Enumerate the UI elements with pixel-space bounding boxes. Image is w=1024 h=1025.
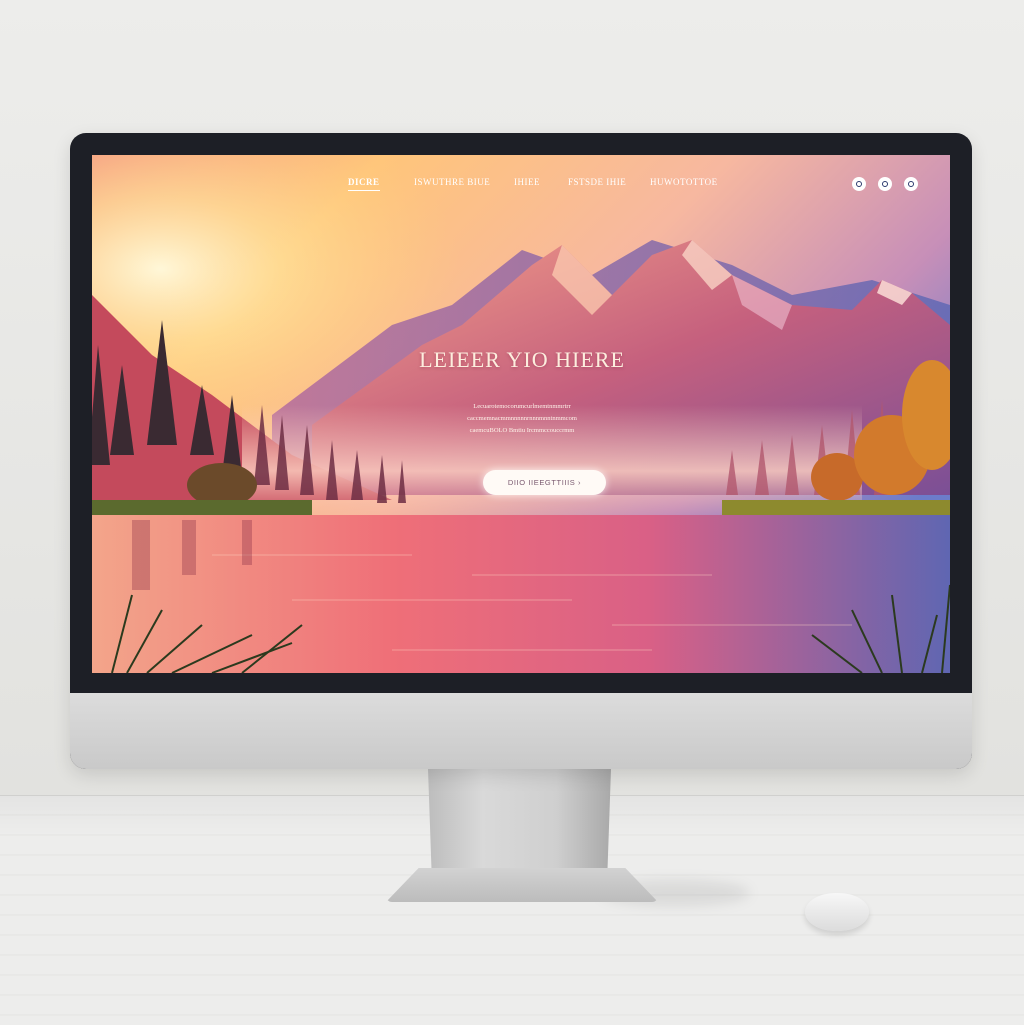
monitor: DICRE ISWUTHRE BIUE IHIEE FSTSDE IHIE HU…: [70, 133, 972, 769]
screen: DICRE ISWUTHRE BIUE IHIEE FSTSDE IHIE HU…: [92, 155, 950, 673]
hero-description: Lecuarotemocorumcurlmemtnmmrtrr caccmemn…: [467, 403, 577, 434]
monitor-chin: [70, 693, 972, 769]
nav-link-4[interactable]: HUWOTOTTOE: [650, 177, 718, 187]
social-icon-3[interactable]: [904, 177, 918, 191]
nav-link-0[interactable]: DICRE: [348, 177, 380, 191]
nav-link-3[interactable]: FSTSDE IHIE: [568, 177, 626, 187]
nav-link-1[interactable]: ISWUTHRE BIUE: [414, 177, 490, 187]
site-navbar: DICRE ISWUTHRE BIUE IHIEE FSTSDE IHIE HU…: [92, 155, 950, 205]
nav-link-2[interactable]: IHIEE: [514, 177, 540, 187]
monitor-stand: [428, 769, 611, 874]
hero-title: LEIEER YIO HIERE: [419, 347, 625, 372]
cta-button[interactable]: DIIO IIEEGTTIIIS ›: [483, 470, 606, 495]
social-icon-1[interactable]: [852, 177, 866, 191]
social-icon-2[interactable]: [878, 177, 892, 191]
mouse: [805, 893, 869, 931]
monitor-base: [386, 868, 658, 902]
